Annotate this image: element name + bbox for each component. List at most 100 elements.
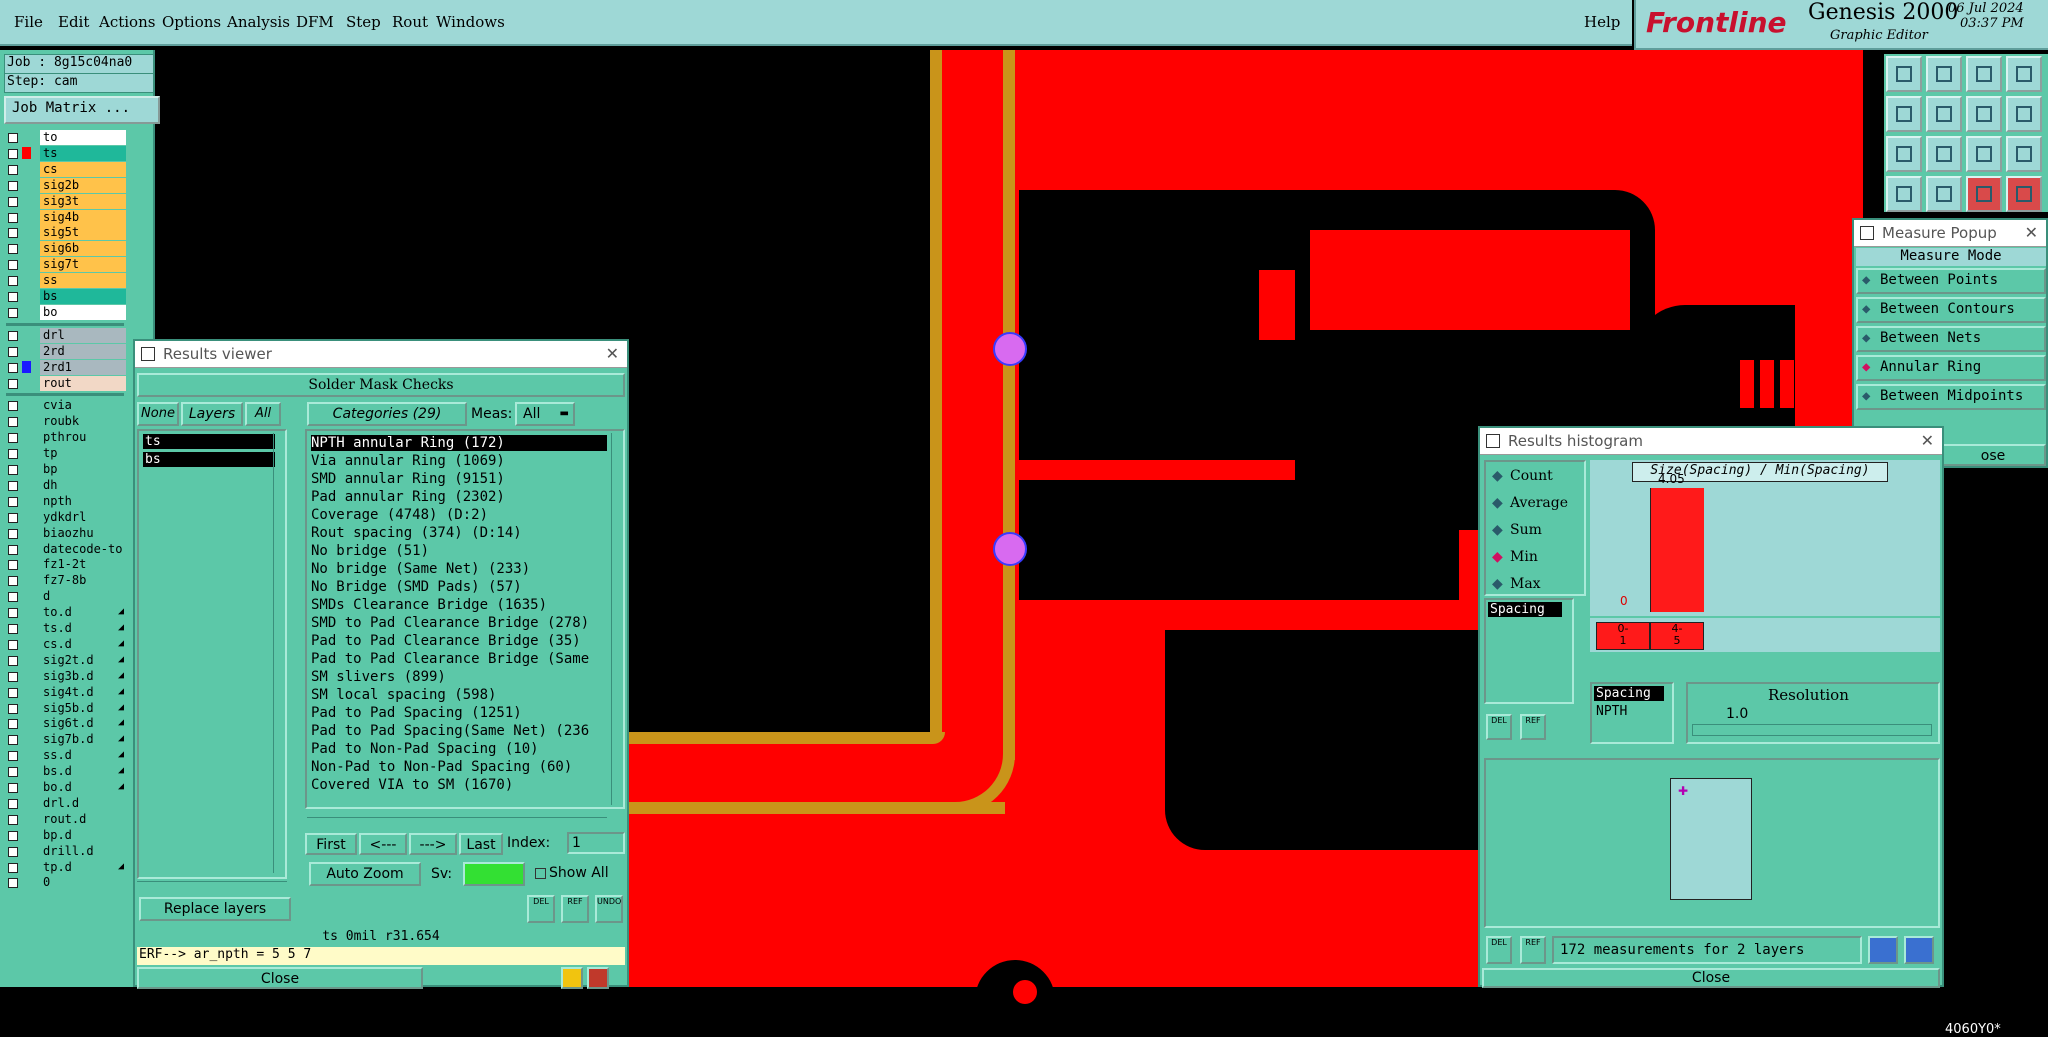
measure-popup-titlebar[interactable]: Measure Popup ✕ <box>1854 220 2046 247</box>
pan-right-icon[interactable] <box>1926 96 1962 132</box>
menu-dfm[interactable]: DFM <box>296 13 334 31</box>
measure-icon[interactable] <box>1886 176 1922 212</box>
layer-checkbox[interactable] <box>8 260 18 271</box>
layer-row[interactable]: drill.d <box>6 844 124 859</box>
layer-checkbox[interactable] <box>8 212 18 223</box>
close-icon[interactable]: ✕ <box>606 341 619 367</box>
histogram-list[interactable]: Spacing <box>1484 598 1574 704</box>
stat-option[interactable]: ◆ Min <box>1492 547 1580 569</box>
layer-row[interactable]: sig6t.d ◢ <box>6 716 124 731</box>
layer-checkbox[interactable] <box>8 401 18 412</box>
layer-row[interactable]: tp.d ◢ <box>6 860 124 875</box>
list-item[interactable]: ts <box>143 434 275 449</box>
list-item[interactable]: NPTH <box>1594 704 1664 719</box>
layer-row[interactable]: cs.d ◢ <box>6 637 124 652</box>
zoom-fit-icon[interactable] <box>1886 136 1922 172</box>
snap-icon[interactable] <box>2006 96 2042 132</box>
category-item[interactable]: SM slivers (899) <box>311 669 607 685</box>
menu-windows[interactable]: Windows <box>436 13 505 31</box>
layer-checkbox[interactable] <box>8 512 18 523</box>
layer-row[interactable]: d <box>6 589 124 604</box>
category-item[interactable]: SM local spacing (598) <box>311 687 607 703</box>
layer-row[interactable]: to <box>6 130 126 145</box>
ref-button[interactable]: REF <box>561 895 589 923</box>
menu-options[interactable]: Options <box>162 13 221 31</box>
histogram-bar[interactable] <box>1650 488 1704 612</box>
layer-row[interactable]: sig7b.d ◢ <box>6 732 124 747</box>
layer-row[interactable]: bo.d ◢ <box>6 780 124 795</box>
category-item[interactable]: Coverage (4748) (D:2) <box>311 507 607 523</box>
category-item[interactable]: No Bridge (SMD Pads) (57) <box>311 579 607 595</box>
layer-checkbox[interactable] <box>8 307 18 318</box>
histogram-bin[interactable]: 4- 5 <box>1650 622 1704 650</box>
histogram-bin[interactable]: 0- 1 <box>1596 622 1650 650</box>
resolution-list[interactable]: Spacing NPTH <box>1590 682 1674 744</box>
layer-row[interactable]: sig6b <box>6 241 126 257</box>
result-marker-2[interactable] <box>993 532 1027 566</box>
layer-row[interactable]: fz1-2t <box>6 557 124 572</box>
category-item[interactable]: SMD annular Ring (9151) <box>311 471 607 487</box>
layer-checkbox[interactable] <box>8 528 18 539</box>
grid-view-icon[interactable] <box>2006 56 2042 92</box>
layer-row[interactable]: sig7t <box>6 257 126 273</box>
layer-row[interactable]: bs <box>6 289 126 304</box>
layer-checkbox[interactable] <box>8 767 18 778</box>
layer-checkbox[interactable] <box>8 624 18 634</box>
last-button[interactable]: Last <box>459 833 503 855</box>
hist-ref-button[interactable]: REF <box>1520 714 1546 740</box>
layer-checkbox[interactable] <box>8 719 18 730</box>
replace-layers-dropdown[interactable]: Replace layers <box>139 897 291 921</box>
layer-row[interactable]: pthrou <box>6 430 124 445</box>
category-item[interactable]: SMDs Clearance Bridge (1635) <box>311 597 607 613</box>
job-matrix-button[interactable]: Job Matrix ... <box>4 96 160 124</box>
measure-mode-option[interactable]: ◆ Between Nets <box>1856 326 2046 352</box>
menu-analysis[interactable]: Analysis <box>227 13 290 31</box>
close-icon[interactable]: ✕ <box>1921 428 1934 454</box>
measure-mode-option[interactable]: ◆ Annular Ring <box>1856 355 2046 381</box>
layer-row[interactable]: 0 <box>6 875 124 890</box>
layer-row[interactable]: sig2b <box>6 177 126 193</box>
layer-row[interactable]: ts.d ◢ <box>6 621 124 636</box>
stat-option[interactable]: ◆ Max <box>1492 574 1580 596</box>
layer-checkbox[interactable] <box>8 362 18 373</box>
layer-checkbox[interactable] <box>8 798 18 809</box>
layer-row[interactable]: sig4t.d ◢ <box>6 685 124 700</box>
layer-checkbox[interactable] <box>8 751 18 762</box>
layer-row[interactable]: 2rd1 <box>6 359 126 375</box>
hist-del-button-bottom[interactable]: DEL <box>1486 936 1512 964</box>
results-histogram-titlebar[interactable]: Results histogram ✕ <box>1480 428 1942 455</box>
help-icon[interactable] <box>2006 136 2042 172</box>
meas-dropdown[interactable]: All ▬ <box>515 402 575 426</box>
menu-rout[interactable]: Rout <box>392 13 428 31</box>
all-button[interactable]: All <box>245 402 281 426</box>
layer-checkbox[interactable] <box>8 276 18 287</box>
categories-horizontal-scrollbar[interactable] <box>307 817 607 827</box>
menu-actions[interactable]: Actions <box>99 13 155 31</box>
category-item[interactable]: NPTH annular Ring (172) <box>311 435 607 451</box>
menu-file[interactable]: File <box>14 13 43 31</box>
layers-horizontal-scrollbar[interactable] <box>137 881 287 891</box>
stat-option[interactable]: ◆ Average <box>1492 493 1580 515</box>
auto-zoom-dropdown[interactable]: Auto Zoom <box>309 862 421 886</box>
layer-row[interactable]: npth <box>6 494 124 509</box>
category-item[interactable]: Pad to Non-Pad Spacing (10) <box>311 741 607 757</box>
grid-icon[interactable] <box>1926 176 1962 212</box>
layer-row[interactable]: bs.d ◢ <box>6 764 124 779</box>
layer-row[interactable]: sig2t.d ◢ <box>6 653 124 668</box>
layer-checkbox[interactable] <box>8 560 18 571</box>
layer-row[interactable]: sig3b.d ◢ <box>6 669 124 684</box>
layer-row[interactable]: rout <box>6 375 126 391</box>
layer-checkbox[interactable] <box>8 671 18 682</box>
measure-mode-option[interactable]: ◆ Between Points <box>1856 268 2046 294</box>
prev-button[interactable]: <--- <box>359 833 407 855</box>
layer-checkbox[interactable] <box>8 687 18 698</box>
layer-row[interactable]: bp <box>6 462 124 477</box>
list-item[interactable]: bs <box>143 452 275 467</box>
layer-row[interactable]: tp <box>6 446 124 461</box>
category-item[interactable]: Rout spacing (374) (D:14) <box>311 525 607 541</box>
categories-list[interactable]: NPTH annular Ring (172) Via annular Ring … <box>305 429 625 809</box>
layer-checkbox[interactable] <box>8 878 18 889</box>
layer-down-icon[interactable] <box>1926 56 1962 92</box>
layer-row[interactable]: ts <box>6 145 126 161</box>
layer-row[interactable]: cvia <box>6 398 124 413</box>
